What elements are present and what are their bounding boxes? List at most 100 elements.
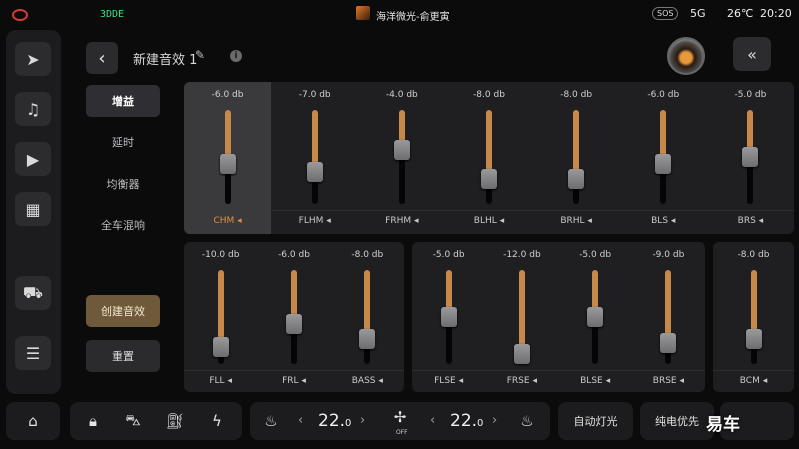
- slider-track[interactable]: [364, 270, 371, 364]
- channel-frl[interactable]: -6.0 db FRL ◂: [257, 242, 330, 392]
- channel-name: FRL: [282, 376, 299, 386]
- info-icon[interactable]: i: [230, 50, 242, 62]
- watermark-logo: 易车: [706, 415, 740, 435]
- slider-fill: [445, 270, 452, 311]
- back-button[interactable]: ‹: [86, 42, 118, 74]
- speaker-icon: ◂: [375, 376, 383, 386]
- channel-bass[interactable]: -8.0 db BASS ◂: [331, 242, 404, 392]
- slider-track[interactable]: [311, 110, 318, 204]
- menu-item-equalizer[interactable]: 均衡器: [86, 168, 160, 200]
- channel-label[interactable]: BRSE ◂: [632, 376, 705, 386]
- channel-bcm[interactable]: -8.0 db BCM ◂: [713, 242, 794, 392]
- slider-track[interactable]: [485, 110, 492, 204]
- channel-db-value: -5.0 db: [432, 250, 465, 260]
- channel-label[interactable]: FLL ◂: [184, 376, 257, 386]
- album-art-icon[interactable]: [356, 6, 370, 20]
- now-playing-title[interactable]: 海洋微光-俞更寅: [376, 8, 450, 23]
- reset-button[interactable]: 重置: [86, 340, 160, 372]
- channel-name: BCM: [739, 376, 760, 386]
- channel-frse[interactable]: -12.0 db FRSE ◂: [485, 242, 558, 392]
- slider-handle[interactable]: [568, 169, 585, 190]
- channel-label[interactable]: FRSE ◂: [485, 376, 558, 386]
- channel-name: BRS: [737, 216, 756, 226]
- music-icon[interactable]: ♫: [15, 92, 51, 126]
- slider-handle[interactable]: [306, 161, 323, 182]
- album-avatar[interactable]: [667, 37, 705, 75]
- settings-toggle-icon[interactable]: ☰: [15, 336, 51, 370]
- menu-item-delay[interactable]: 延时: [86, 126, 160, 158]
- channel-bls[interactable]: -6.0 db BLS ◂: [620, 82, 707, 234]
- channel-label[interactable]: BLSE ◂: [559, 376, 632, 386]
- slider-track[interactable]: [750, 270, 757, 364]
- media-icon[interactable]: ▶: [15, 142, 51, 176]
- slider-fill: [224, 110, 231, 159]
- collapse-button[interactable]: «: [733, 37, 771, 71]
- create-sound-effect-button[interactable]: 创建音效: [86, 295, 160, 327]
- edit-icon[interactable]: ✎: [195, 48, 205, 62]
- channel-flhm[interactable]: -7.0 db FLHM ◂: [271, 82, 358, 234]
- slider-fill: [290, 270, 297, 319]
- slider-handle[interactable]: [285, 314, 302, 335]
- right-temp-down-icon[interactable]: ‹: [430, 413, 435, 428]
- speaker-icon: ◂: [411, 216, 419, 226]
- channel-brhl[interactable]: -8.0 db BRHL ◂: [533, 82, 620, 234]
- channel-name: BRHL: [560, 216, 585, 226]
- slider-handle[interactable]: [480, 169, 497, 190]
- quick-controls: 🔒︎ ⛍ ⛽︎ ϟ: [70, 402, 242, 440]
- passenger-seat-heat-icon[interactable]: ♨: [514, 402, 540, 440]
- slider-handle[interactable]: [393, 139, 410, 160]
- ev-priority-button[interactable]: 纯电优先: [640, 402, 714, 440]
- channel-blse[interactable]: -5.0 db BLSE ◂: [559, 242, 632, 392]
- channel-label[interactable]: BRS ◂: [707, 216, 794, 226]
- charge-icon[interactable]: ϟ: [200, 402, 234, 440]
- channel-frhm[interactable]: -4.0 db FRHM ◂: [358, 82, 445, 234]
- double-chevron-left-icon: «: [747, 44, 757, 64]
- channel-label[interactable]: CHM ◂: [184, 216, 271, 226]
- channel-blhl[interactable]: -8.0 db BLHL ◂: [445, 82, 532, 234]
- channel-brse[interactable]: -9.0 db BRSE ◂: [632, 242, 705, 392]
- left-temp-up-icon[interactable]: ›: [360, 413, 365, 428]
- navigation-icon[interactable]: ➤: [15, 42, 51, 76]
- auto-light-button[interactable]: 自动灯光: [558, 402, 633, 440]
- menu-item-gain[interactable]: 增益: [86, 85, 160, 117]
- slider-handle[interactable]: [742, 147, 759, 167]
- channel-label[interactable]: FLSE ◂: [412, 376, 485, 386]
- slider-handle[interactable]: [513, 344, 530, 364]
- channel-label[interactable]: FLHM ◂: [271, 216, 358, 226]
- left-temperature[interactable]: 22.0: [318, 411, 351, 431]
- slider-handle[interactable]: [587, 307, 604, 327]
- channel-fll[interactable]: -10.0 db FLL ◂: [184, 242, 257, 392]
- channel-label[interactable]: BRHL ◂: [533, 216, 620, 226]
- fuel-icon[interactable]: ⛽︎: [158, 402, 192, 440]
- fan-icon[interactable]: ✢: [388, 402, 412, 432]
- channel-flse[interactable]: -5.0 db FLSE ◂: [412, 242, 485, 392]
- channel-label[interactable]: BLHL ◂: [445, 216, 532, 226]
- channel-label[interactable]: FRHM ◂: [358, 216, 445, 226]
- car-door-icon[interactable]: ⛍: [116, 402, 150, 440]
- apps-grid-icon[interactable]: ▦: [15, 192, 51, 226]
- slider-handle[interactable]: [212, 336, 229, 357]
- channel-label[interactable]: FRL ◂: [257, 376, 330, 386]
- slider-track[interactable]: [573, 110, 580, 204]
- lock-icon[interactable]: 🔒︎: [76, 402, 110, 440]
- channel-label[interactable]: BCM ◂: [713, 376, 794, 386]
- slider-handle[interactable]: [219, 154, 236, 175]
- slider-handle[interactable]: [745, 329, 762, 350]
- channel-label[interactable]: BLS ◂: [620, 216, 707, 226]
- channel-chm[interactable]: -6.0 db CHM ◂: [184, 82, 272, 234]
- slider-handle[interactable]: [660, 332, 677, 353]
- slider-handle[interactable]: [359, 329, 376, 350]
- car-icon[interactable]: ⛟: [15, 276, 51, 310]
- channel-db-value: -6.0 db: [647, 90, 680, 100]
- right-temperature[interactable]: 22.0: [450, 411, 483, 431]
- channel-label[interactable]: BASS ◂: [331, 376, 404, 386]
- right-temp-up-icon[interactable]: ›: [492, 413, 497, 428]
- slider-handle[interactable]: [655, 154, 672, 175]
- left-temp-down-icon[interactable]: ‹: [298, 413, 303, 428]
- slider-handle[interactable]: [440, 307, 457, 327]
- driver-seat-heat-icon[interactable]: ♨: [258, 402, 284, 440]
- status-indicator: 3DDE: [100, 9, 125, 20]
- menu-item-reverb[interactable]: 全车混响: [86, 209, 160, 241]
- channel-brs[interactable]: -5.0 db BRS ◂: [707, 82, 794, 234]
- home-icon[interactable]: ⌂: [6, 402, 60, 440]
